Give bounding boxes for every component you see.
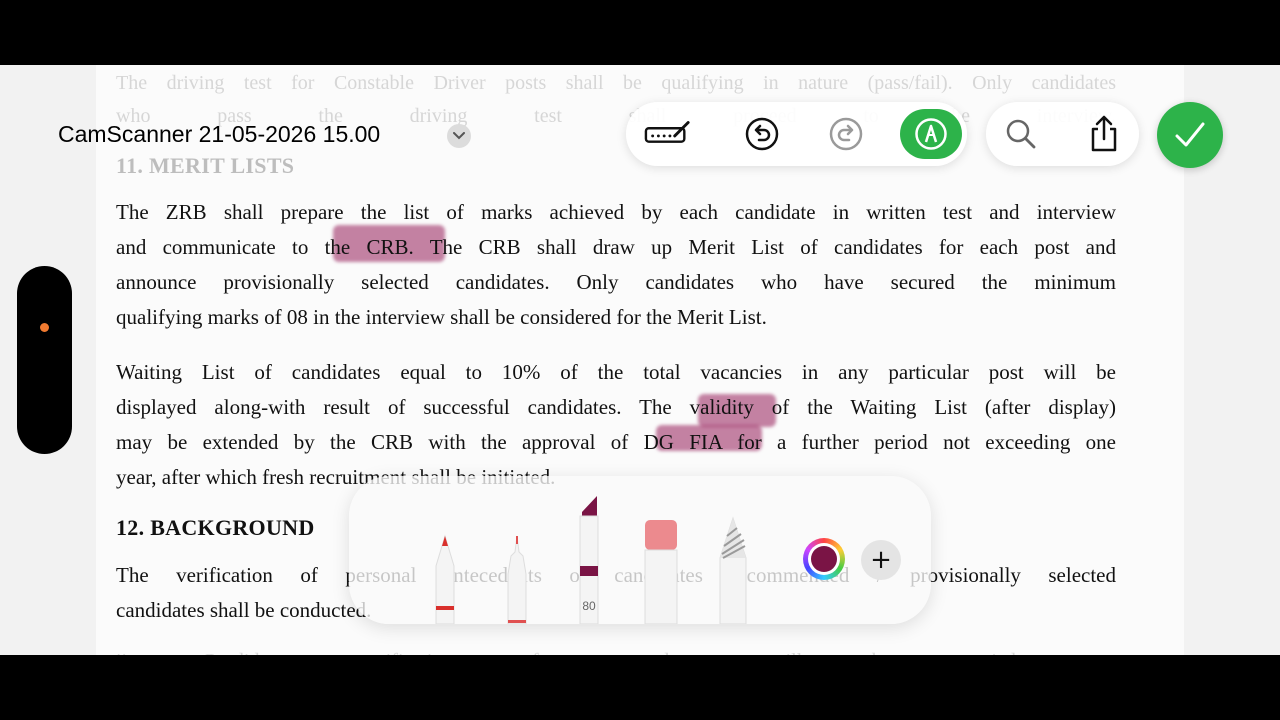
text-line: The ZRB shall prepare the list of marks … <box>116 200 1116 224</box>
color-ring <box>808 543 840 575</box>
share-icon <box>1091 115 1117 152</box>
undo-button[interactable] <box>738 110 786 158</box>
done-button[interactable] <box>1157 102 1223 168</box>
redo-button[interactable] <box>822 110 870 158</box>
section-12-heading: 12. BACKGROUND <box>116 515 315 540</box>
indicator-dot <box>40 323 49 332</box>
faded-bottom-text: ii. Candidates verification of anteceden… <box>116 645 1116 655</box>
undo-icon <box>745 117 779 151</box>
fineliner-tool[interactable] <box>497 494 537 624</box>
paragraph-merit-list: The ZRB shall prepare the list of marks … <box>116 195 1116 335</box>
marker-opacity-label: 80 <box>582 599 596 613</box>
text-line: announce provisionally selected candidat… <box>116 270 1116 294</box>
markup-toggle-button[interactable] <box>900 109 962 159</box>
color-picker-button[interactable] <box>803 538 845 580</box>
text-line: qualifying marks of 08 in the interview … <box>116 305 767 329</box>
section-11-heading: 11. MERIT LISTS <box>116 153 295 178</box>
search-icon <box>1006 119 1036 149</box>
chevron-down-icon <box>453 132 465 140</box>
plus-icon: + <box>870 545 892 575</box>
markup-icon <box>915 118 947 150</box>
paragraph-waiting-list: Waiting List of candidates equal to 10% … <box>116 355 1116 495</box>
text-line: Waiting List of candidates equal to 10% … <box>116 360 1116 384</box>
checkmark-icon <box>1175 122 1205 147</box>
selected-color-swatch <box>811 546 837 572</box>
title-menu-button[interactable] <box>447 124 471 148</box>
text-line: and communicate to the CRB. The CRB shal… <box>116 235 1116 259</box>
text-line: displayed along-with result of successfu… <box>116 395 1116 419</box>
search-button[interactable] <box>997 110 1045 158</box>
document-title[interactable]: CamScanner 21-05-2026 15.00 <box>58 121 380 148</box>
markup-pen-icon <box>644 121 690 143</box>
eraser-tool[interactable] <box>641 518 681 624</box>
redo-icon <box>829 117 863 151</box>
side-drag-handle[interactable] <box>17 266 72 454</box>
faded-line: The driving test for Constable Driver po… <box>116 72 1116 94</box>
add-tool-button[interactable]: + <box>861 540 901 580</box>
text-line: may be extended by the CRB with the appr… <box>116 430 1116 454</box>
drawing-tool-palette: 80 + <box>349 476 931 624</box>
share-button[interactable] <box>1080 110 1128 158</box>
pen-tool[interactable] <box>425 494 465 624</box>
markup-pen-button[interactable] <box>644 110 692 158</box>
pencil-tool[interactable] <box>713 516 753 624</box>
search-share-toolbar <box>986 102 1139 166</box>
